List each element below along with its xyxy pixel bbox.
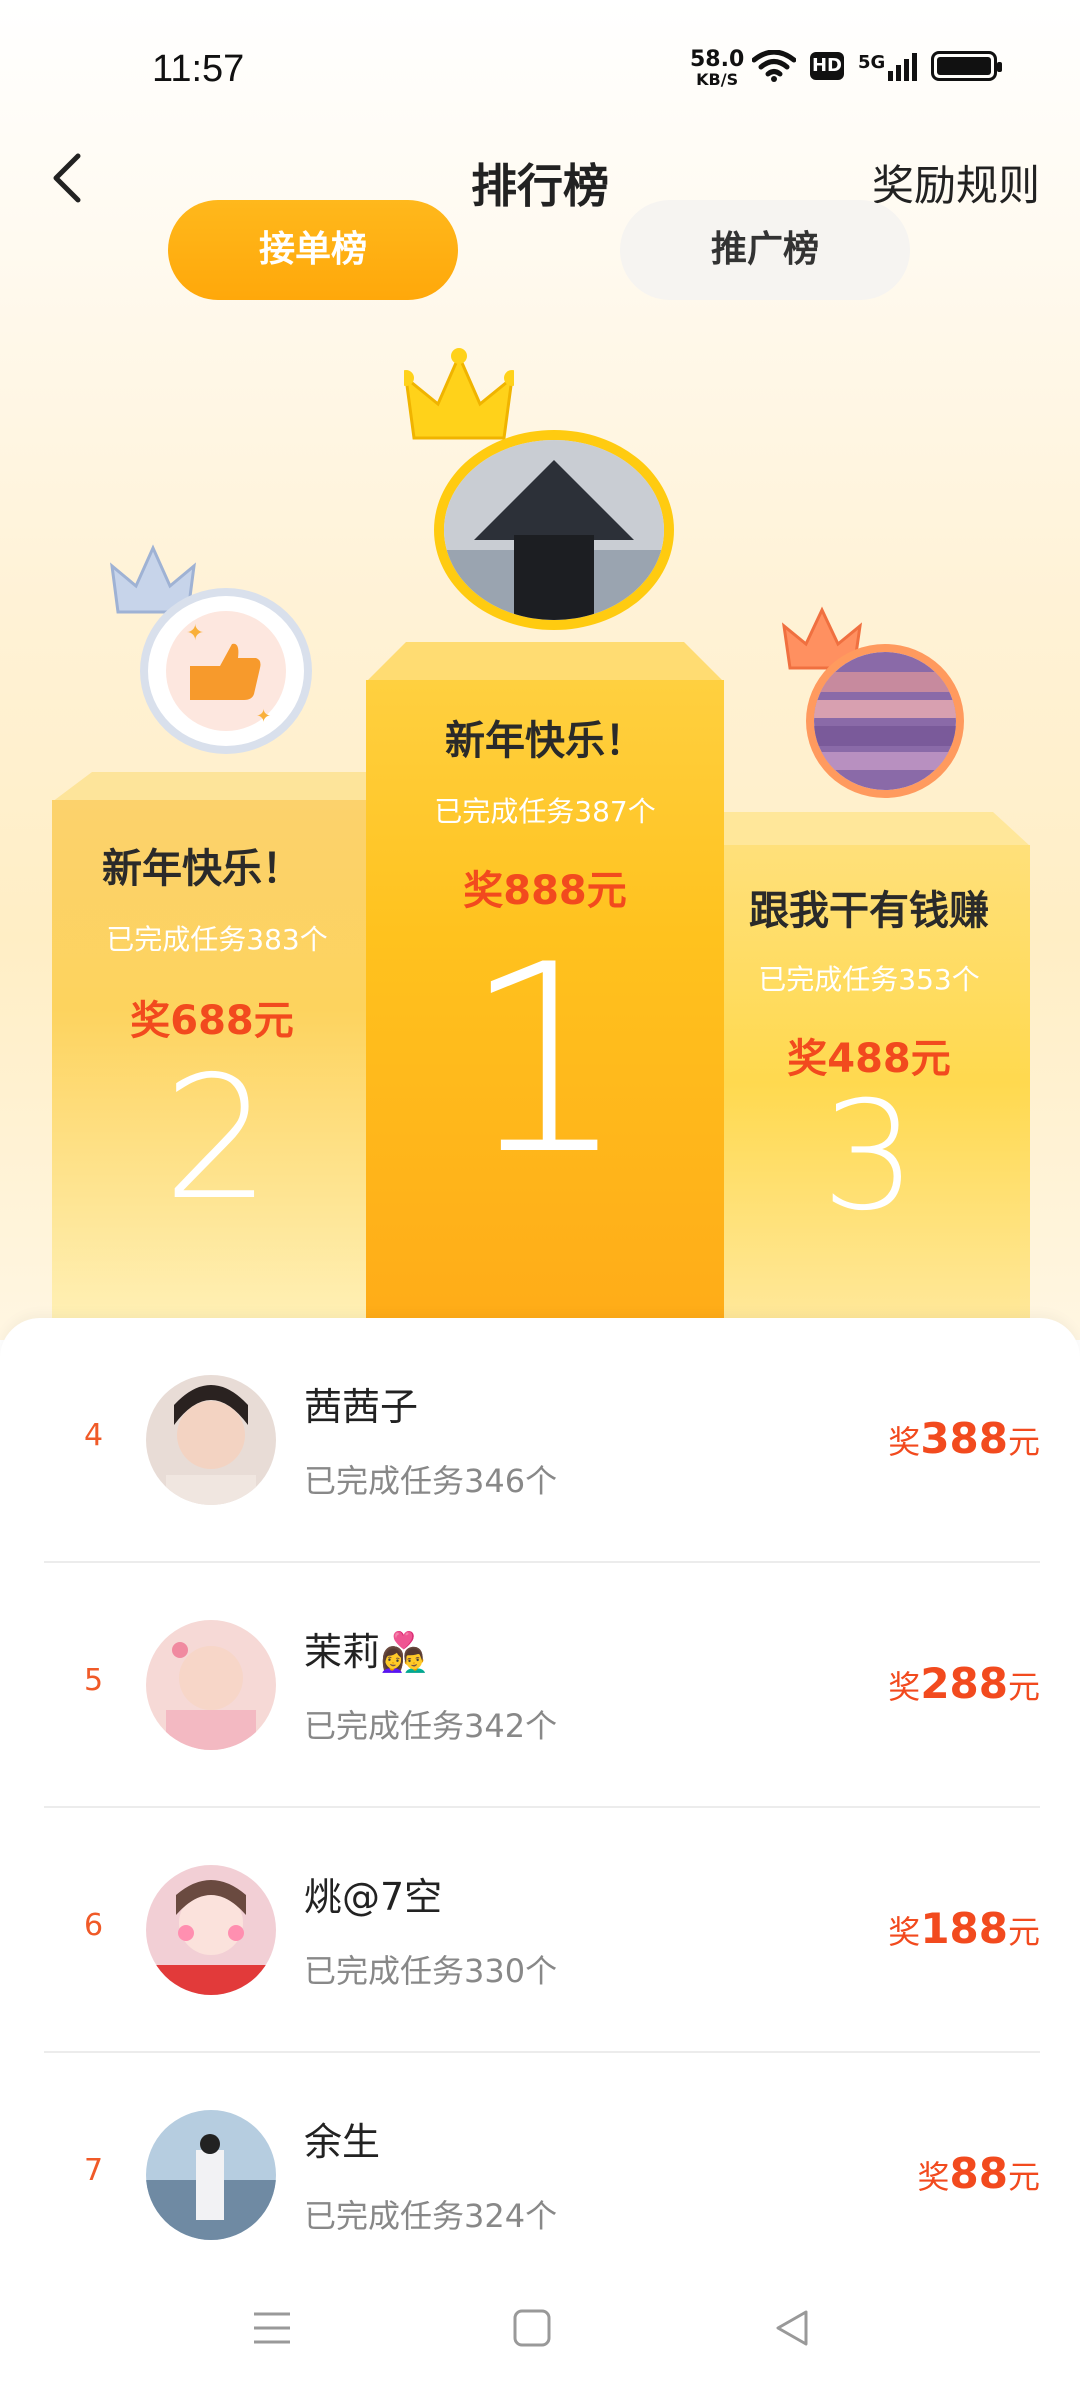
back-triangle-icon[interactable] bbox=[772, 2308, 812, 2348]
system-nav-bar bbox=[0, 2268, 1080, 2400]
list-prize: 奖388元 bbox=[888, 1414, 1040, 1463]
signal-icon: 5G bbox=[858, 52, 918, 81]
first-place-prize: 奖888元 bbox=[463, 868, 627, 914]
list-name: 茉莉👩‍❤️‍👨 bbox=[304, 1630, 428, 1674]
list-tasks: 已完成任务346个 bbox=[304, 1462, 558, 1500]
second-place-number: 2 bbox=[162, 1040, 272, 1238]
list-tasks: 已完成任务330个 bbox=[304, 1952, 558, 1990]
list-tasks: 已完成任务342个 bbox=[304, 1707, 558, 1745]
wifi-icon bbox=[752, 50, 796, 82]
first-place-name: 新年快乐！ bbox=[445, 718, 645, 764]
menu-icon[interactable] bbox=[252, 2308, 292, 2348]
gold-crown-icon bbox=[404, 348, 514, 440]
list-item[interactable]: 6 烑@7空 已完成任务330个 奖188元 bbox=[44, 1808, 1040, 2053]
avatar[interactable] bbox=[146, 1375, 276, 1505]
list-prize: 奖288元 bbox=[888, 1659, 1040, 1708]
list-rank: 5 bbox=[84, 1663, 104, 1698]
list-name: 余生 bbox=[304, 2120, 381, 2164]
avatar[interactable] bbox=[146, 2110, 276, 2240]
list-name: 茜茜子 bbox=[304, 1385, 419, 1429]
avatar[interactable] bbox=[146, 1865, 276, 1995]
third-place-avatar[interactable] bbox=[806, 644, 964, 798]
list-item[interactable]: 7 余生 已完成任务324个 奖88元 bbox=[44, 2053, 1040, 2298]
first-place-number: 1 bbox=[462, 910, 628, 1212]
home-icon[interactable] bbox=[512, 2308, 552, 2348]
status-time: 11:57 bbox=[152, 48, 245, 90]
third-place-tasks: 已完成任务353个 bbox=[758, 963, 980, 996]
list-rank: 4 bbox=[84, 1418, 104, 1453]
list-rank: 6 bbox=[84, 1908, 104, 1943]
tab-promotion[interactable]: 推广榜 bbox=[620, 200, 910, 300]
second-place-tasks: 已完成任务383个 bbox=[106, 923, 328, 956]
list-item[interactable]: 4 茜茜子 已完成任务346个 奖388元 bbox=[44, 1318, 1040, 1563]
first-place-tasks: 已完成任务387个 bbox=[434, 795, 656, 828]
third-place-name: 跟我干有钱赚 bbox=[749, 888, 989, 934]
list-rank: 7 bbox=[84, 2153, 104, 2188]
second-place-prize: 奖688元 bbox=[130, 998, 294, 1044]
hd-icon: HD bbox=[810, 52, 844, 80]
network-speed: 58.0 KB/S bbox=[690, 47, 745, 90]
status-bar: 11:57 58.0 KB/S HD 5G bbox=[0, 0, 1080, 130]
list-name: 烑@7空 bbox=[304, 1875, 443, 1919]
avatar[interactable] bbox=[146, 1620, 276, 1750]
second-place-avatar[interactable]: ✦ ✦ bbox=[140, 588, 312, 754]
battery-icon bbox=[931, 51, 1003, 81]
ranking-list: 4 茜茜子 已完成任务346个 奖388元 5 茉莉👩‍❤️‍👨 已完成任务34… bbox=[0, 1318, 1080, 2268]
tab-orders[interactable]: 接单榜 bbox=[168, 200, 458, 300]
second-place-name: 新年快乐！ bbox=[102, 846, 302, 892]
svg-text:✦: ✦ bbox=[186, 621, 204, 646]
reward-rules-link[interactable]: 奖励规则 bbox=[872, 152, 1040, 213]
third-place-number: 3 bbox=[821, 1070, 917, 1244]
list-prize: 奖88元 bbox=[917, 2149, 1040, 2198]
first-place-avatar[interactable] bbox=[434, 430, 674, 630]
list-prize: 奖188元 bbox=[888, 1904, 1040, 1953]
list-tasks: 已完成任务324个 bbox=[304, 2197, 558, 2235]
svg-text:✦: ✦ bbox=[256, 706, 271, 727]
list-item[interactable]: 5 茉莉👩‍❤️‍👨 已完成任务342个 奖288元 bbox=[44, 1563, 1040, 1808]
